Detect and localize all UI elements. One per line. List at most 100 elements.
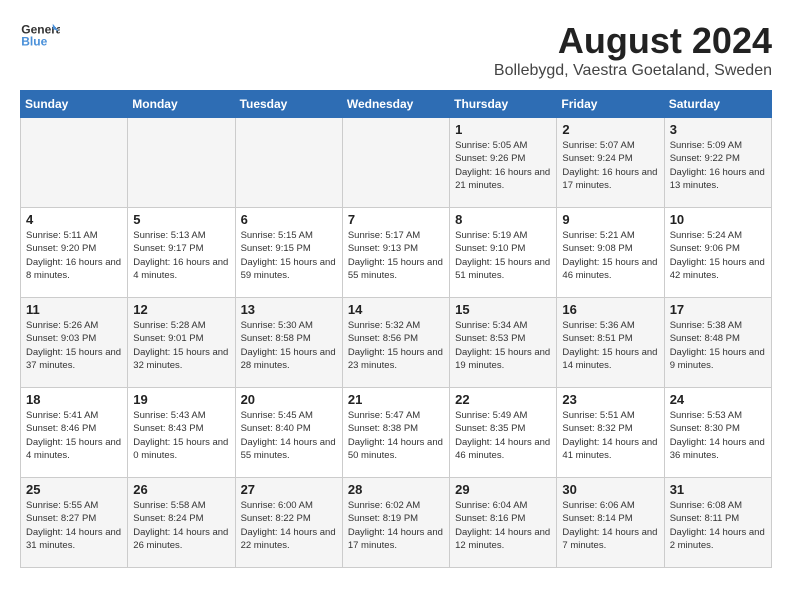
calendar-cell: 3 Sunrise: 5:09 AM Sunset: 9:22 PM Daylig… (664, 118, 771, 208)
day-number: 12 (133, 302, 229, 317)
day-info: Sunrise: 5:55 AM Sunset: 8:27 PM Dayligh… (26, 499, 122, 552)
day-info: Sunrise: 5:32 AM Sunset: 8:56 PM Dayligh… (348, 319, 444, 372)
page-header: General Blue August 2024 Bollebygd, Vaes… (20, 20, 772, 80)
calendar-cell: 21 Sunrise: 5:47 AM Sunset: 8:38 PM Dayli… (342, 388, 449, 478)
day-number: 31 (670, 482, 766, 497)
calendar-cell: 4Sunrise: 5:11 AM Sunset: 9:20 PM Daylig… (21, 208, 128, 298)
day-number: 4 (26, 212, 122, 227)
day-number: 21 (348, 392, 444, 407)
svg-text:Blue: Blue (21, 35, 47, 49)
calendar-cell (235, 118, 342, 208)
calendar-cell: 22 Sunrise: 5:49 AM Sunset: 8:35 PM Dayli… (450, 388, 557, 478)
day-number: 23 (562, 392, 658, 407)
calendar-cell: 14 Sunrise: 5:32 AM Sunset: 8:56 PM Dayli… (342, 298, 449, 388)
calendar-cell: 5 Sunrise: 5:13 AM Sunset: 9:17 PM Daylig… (128, 208, 235, 298)
calendar-cell: 25 Sunrise: 5:55 AM Sunset: 8:27 PM Dayli… (21, 478, 128, 568)
logo: General Blue (20, 20, 60, 50)
day-info: Sunrise: 5:09 AM Sunset: 9:22 PM Dayligh… (670, 139, 766, 192)
calendar-cell: 16 Sunrise: 5:36 AM Sunset: 8:51 PM Dayli… (557, 298, 664, 388)
header-day-wednesday: Wednesday (342, 91, 449, 118)
day-info: Sunrise: 5:30 AM Sunset: 8:58 PM Dayligh… (241, 319, 337, 372)
day-info: Sunrise: 5:38 AM Sunset: 8:48 PM Dayligh… (670, 319, 766, 372)
day-number: 28 (348, 482, 444, 497)
calendar-cell: 27 Sunrise: 6:00 AM Sunset: 8:22 PM Dayli… (235, 478, 342, 568)
day-info: Sunrise: 5:45 AM Sunset: 8:40 PM Dayligh… (241, 409, 337, 462)
day-number: 16 (562, 302, 658, 317)
day-info: Sunrise: 5:34 AM Sunset: 8:53 PM Dayligh… (455, 319, 551, 372)
calendar-cell: 24Sunrise: 5:53 AM Sunset: 8:30 PM Dayli… (664, 388, 771, 478)
day-info: Sunrise: 5:07 AM Sunset: 9:24 PM Dayligh… (562, 139, 658, 192)
day-number: 25 (26, 482, 122, 497)
day-info: Sunrise: 6:02 AM Sunset: 8:19 PM Dayligh… (348, 499, 444, 552)
day-number: 27 (241, 482, 337, 497)
day-info: Sunrise: 5:47 AM Sunset: 8:38 PM Dayligh… (348, 409, 444, 462)
day-info: Sunrise: 6:04 AM Sunset: 8:16 PM Dayligh… (455, 499, 551, 552)
day-info: Sunrise: 5:49 AM Sunset: 8:35 PM Dayligh… (455, 409, 551, 462)
calendar-cell: 6Sunrise: 5:15 AM Sunset: 9:15 PM Daylig… (235, 208, 342, 298)
calendar-cell: 26 Sunrise: 5:58 AM Sunset: 8:24 PM Dayli… (128, 478, 235, 568)
day-number: 5 (133, 212, 229, 227)
header-day-tuesday: Tuesday (235, 91, 342, 118)
calendar-cell: 2 Sunrise: 5:07 AM Sunset: 9:24 PM Daylig… (557, 118, 664, 208)
calendar-cell: 9 Sunrise: 5:21 AM Sunset: 9:08 PM Daylig… (557, 208, 664, 298)
day-info: Sunrise: 5:21 AM Sunset: 9:08 PM Dayligh… (562, 229, 658, 282)
day-info: Sunrise: 5:15 AM Sunset: 9:15 PM Dayligh… (241, 229, 337, 282)
calendar-table: SundayMondayTuesdayWednesdayThursdayFrid… (20, 90, 772, 568)
calendar-cell (21, 118, 128, 208)
calendar-cell: 28 Sunrise: 6:02 AM Sunset: 8:19 PM Dayli… (342, 478, 449, 568)
calendar-cell: 29Sunrise: 6:04 AM Sunset: 8:16 PM Dayli… (450, 478, 557, 568)
day-info: Sunrise: 5:17 AM Sunset: 9:13 PM Dayligh… (348, 229, 444, 282)
header-day-saturday: Saturday (664, 91, 771, 118)
day-info: Sunrise: 5:43 AM Sunset: 8:43 PM Dayligh… (133, 409, 229, 462)
day-info: Sunrise: 5:19 AM Sunset: 9:10 PM Dayligh… (455, 229, 551, 282)
calendar-week-5: 25 Sunrise: 5:55 AM Sunset: 8:27 PM Dayli… (21, 478, 772, 568)
day-number: 3 (670, 122, 766, 137)
day-number: 10 (670, 212, 766, 227)
calendar-cell: 1 Sunrise: 5:05 AM Sunset: 9:26 PM Daylig… (450, 118, 557, 208)
day-number: 19 (133, 392, 229, 407)
calendar-cell: 18Sunrise: 5:41 AM Sunset: 8:46 PM Dayli… (21, 388, 128, 478)
day-number: 22 (455, 392, 551, 407)
day-info: Sunrise: 5:58 AM Sunset: 8:24 PM Dayligh… (133, 499, 229, 552)
calendar-cell: 31 Sunrise: 6:08 AM Sunset: 8:11 PM Dayli… (664, 478, 771, 568)
day-number: 2 (562, 122, 658, 137)
day-number: 14 (348, 302, 444, 317)
day-number: 7 (348, 212, 444, 227)
logo-icon: General Blue (20, 20, 60, 50)
day-number: 8 (455, 212, 551, 227)
header-day-sunday: Sunday (21, 91, 128, 118)
calendar-cell: 8 Sunrise: 5:19 AM Sunset: 9:10 PM Daylig… (450, 208, 557, 298)
header-day-monday: Monday (128, 91, 235, 118)
location-subtitle: Bollebygd, Vaestra Goetaland, Sweden (494, 62, 772, 80)
calendar-week-3: 11 Sunrise: 5:26 AM Sunset: 9:03 PM Dayli… (21, 298, 772, 388)
day-info: Sunrise: 5:28 AM Sunset: 9:01 PM Dayligh… (133, 319, 229, 372)
day-number: 17 (670, 302, 766, 317)
calendar-cell (342, 118, 449, 208)
day-number: 30 (562, 482, 658, 497)
day-info: Sunrise: 5:13 AM Sunset: 9:17 PM Dayligh… (133, 229, 229, 282)
day-number: 1 (455, 122, 551, 137)
calendar-header-row: SundayMondayTuesdayWednesdayThursdayFrid… (21, 91, 772, 118)
calendar-cell: 12 Sunrise: 5:28 AM Sunset: 9:01 PM Dayli… (128, 298, 235, 388)
day-number: 15 (455, 302, 551, 317)
day-number: 24 (670, 392, 766, 407)
day-number: 11 (26, 302, 122, 317)
calendar-week-1: 1 Sunrise: 5:05 AM Sunset: 9:26 PM Daylig… (21, 118, 772, 208)
calendar-cell: 15 Sunrise: 5:34 AM Sunset: 8:53 PM Dayli… (450, 298, 557, 388)
calendar-cell: 10Sunrise: 5:24 AM Sunset: 9:06 PM Dayli… (664, 208, 771, 298)
header-day-thursday: Thursday (450, 91, 557, 118)
day-number: 9 (562, 212, 658, 227)
day-info: Sunrise: 6:08 AM Sunset: 8:11 PM Dayligh… (670, 499, 766, 552)
calendar-cell: 7 Sunrise: 5:17 AM Sunset: 9:13 PM Daylig… (342, 208, 449, 298)
calendar-week-4: 18Sunrise: 5:41 AM Sunset: 8:46 PM Dayli… (21, 388, 772, 478)
calendar-cell (128, 118, 235, 208)
day-info: Sunrise: 5:41 AM Sunset: 8:46 PM Dayligh… (26, 409, 122, 462)
day-info: Sunrise: 6:00 AM Sunset: 8:22 PM Dayligh… (241, 499, 337, 552)
calendar-cell: 13Sunrise: 5:30 AM Sunset: 8:58 PM Dayli… (235, 298, 342, 388)
day-number: 26 (133, 482, 229, 497)
day-info: Sunrise: 5:05 AM Sunset: 9:26 PM Dayligh… (455, 139, 551, 192)
day-info: Sunrise: 5:26 AM Sunset: 9:03 PM Dayligh… (26, 319, 122, 372)
day-info: Sunrise: 6:06 AM Sunset: 8:14 PM Dayligh… (562, 499, 658, 552)
header-day-friday: Friday (557, 91, 664, 118)
day-info: Sunrise: 5:36 AM Sunset: 8:51 PM Dayligh… (562, 319, 658, 372)
